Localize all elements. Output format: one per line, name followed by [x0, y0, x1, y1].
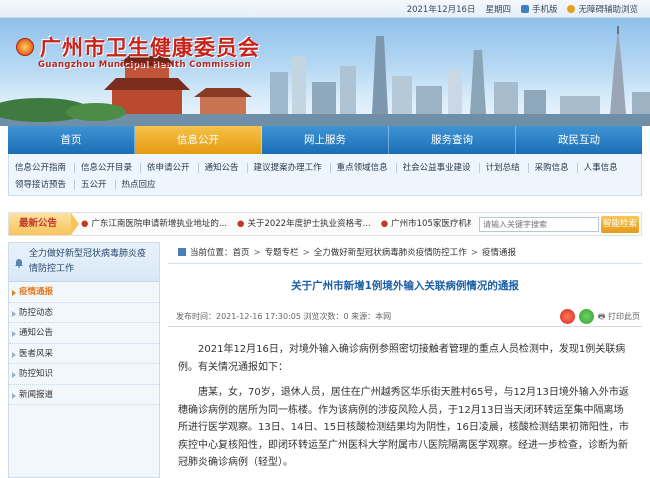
home-icon: [178, 248, 186, 256]
main-navigation: 首页 信息公开 网上服务 服务查询 政民互动: [8, 126, 642, 154]
article-meta: 发布时间：2021-12-16 17:30:05 浏览次数：0 来源：本网 🖶 …: [168, 307, 642, 327]
current-date: 2021年12月16日: [406, 5, 476, 15]
accessibility-link[interactable]: 无障碍辅助浏览: [567, 3, 638, 15]
subnav-item[interactable]: 信息公开目录: [81, 162, 142, 173]
article-paragraph: 2021年12月16日，对境外输入确诊病例参照密切接触者管理的重点人员检测中，发…: [178, 344, 626, 373]
announcement-link[interactable]: ● 广东江南医院申请新增执业地址的...: [81, 213, 227, 235]
subnav-item[interactable]: 重点领域信息: [337, 162, 397, 173]
subnav-item[interactable]: 通知公告: [205, 162, 248, 173]
search-input[interactable]: [479, 217, 599, 232]
sidebar-item-notices[interactable]: 通知公告: [9, 323, 159, 344]
sidebar-item-medical-staff[interactable]: 医者风采: [9, 344, 159, 364]
subnav-item[interactable]: 建议提案办理工作: [254, 162, 331, 173]
bullet-icon: ●: [380, 219, 389, 229]
breadcrumb-link[interactable]: 专题专栏: [265, 248, 299, 258]
breadcrumb-link[interactable]: 疫情通报: [482, 248, 516, 258]
bell-icon: [15, 259, 23, 268]
subnav-item[interactable]: 计划总结: [486, 162, 529, 173]
sidebar-item-prevention-knowledge[interactable]: 防控知识: [9, 364, 159, 385]
nav-info-disclosure[interactable]: 信息公开: [135, 126, 262, 154]
subnav-item[interactable]: 人事信息: [584, 163, 626, 173]
nav-interaction[interactable]: 政民互动: [516, 126, 642, 154]
sub-navigation: 信息公开指南 信息公开目录 依申请公开 通知公告 建议提案办理工作 重点领域信息…: [8, 154, 642, 196]
commission-emblem-icon: [16, 38, 34, 56]
site-banner: 广州市卫生健康委员会 Guangzhou Municipal Health Co…: [0, 18, 650, 126]
announcement-link[interactable]: ●广州市105家医疗机构提供“黄...: [381, 213, 471, 235]
announcement-link[interactable]: ● 关于2022年度护士执业资格考...: [237, 213, 371, 235]
top-utility-bar: 2021年12月16日 星期四 手机版 无障碍辅助浏览: [0, 0, 650, 18]
announcement-ticker: ● 广东江南医院申请新增执业地址的... ● 关于2022年度护士执业资格考... …: [81, 213, 471, 235]
sidebar-heading: 全力做好新型冠状病毒肺炎疫情防控工作: [9, 243, 159, 282]
weibo-share-icon[interactable]: [560, 309, 575, 324]
nav-service-query[interactable]: 服务查询: [389, 126, 516, 154]
print-page-link[interactable]: 🖶 打印此页: [598, 307, 640, 327]
site-title-english: Guangzhou Municipal Health Commission: [38, 60, 251, 70]
latest-announcements-bar: 最新公告 ● 广东江南医院申请新增执业地址的... ● 关于2022年度护士执业资格…: [8, 212, 642, 236]
latest-announcements-label: 最新公告: [9, 213, 79, 235]
smart-search-button[interactable]: 智能检索: [601, 216, 639, 233]
subnav-item[interactable]: 五公开: [81, 179, 116, 190]
accessibility-icon: [567, 5, 576, 13]
sidebar-item-prevention-news[interactable]: 防控动态: [9, 303, 159, 323]
share-buttons: [560, 309, 594, 324]
mobile-icon: [520, 5, 529, 13]
publish-info: 发布时间：2021-12-16 17:30:05 浏览次数：0 来源：本网: [176, 312, 392, 321]
bullet-icon: ●: [237, 219, 245, 229]
article-area: 当前位置：首页 > 专题专栏 > 全力做好新型冠状病毒肺炎疫情防控工作 > 疫情通报 关于广…: [168, 242, 642, 478]
breadcrumb: 当前位置：首页 > 专题专栏 > 全力做好新型冠状病毒肺炎疫情防控工作 > 疫情通报: [168, 242, 642, 264]
sidebar-item-news-reports[interactable]: 新闻报道: [9, 385, 159, 405]
subnav-item[interactable]: 依申请公开: [147, 162, 199, 173]
subnav-item[interactable]: 热点回应: [122, 180, 164, 190]
bullet-icon: ●: [81, 219, 89, 229]
subnav-item[interactable]: 领导接访预告: [15, 179, 76, 190]
printer-icon: 🖶: [597, 312, 606, 321]
subnav-item[interactable]: 信息公开指南: [15, 162, 76, 173]
mobile-version-link[interactable]: 手机版: [520, 3, 557, 15]
sidebar: 全力做好新型冠状病毒肺炎疫情防控工作 疫情通报 防控动态 通知公告 医者风采 防…: [8, 242, 160, 478]
wechat-share-icon[interactable]: [579, 309, 594, 324]
nav-online-services[interactable]: 网上服务: [262, 126, 389, 154]
site-title: 广州市卫生健康委员会: [40, 36, 260, 60]
breadcrumb-link[interactable]: 首页: [233, 248, 250, 258]
article-body: 2021年12月16日，对境外输入确诊病例参照密切接触者管理的重点人员检测中，发…: [168, 327, 642, 472]
nav-home[interactable]: 首页: [8, 126, 135, 154]
breadcrumb-link[interactable]: 全力做好新型冠状病毒肺炎疫情防控工作: [314, 248, 467, 258]
article-title: 关于广州市新增1例境外输入关联病例情况的通报: [291, 280, 519, 292]
article-paragraph: 唐某，女，70岁，退休人员，居住在广州越秀区华乐街天胜村65号，与12月13日境…: [178, 387, 629, 468]
site-logo[interactable]: 广州市卫生健康委员会: [16, 32, 260, 62]
current-weekday: 星期四: [485, 5, 511, 15]
subnav-item[interactable]: 社会公益事业建设: [403, 162, 480, 173]
sidebar-item-epidemic-report[interactable]: 疫情通报: [9, 282, 159, 303]
subnav-item[interactable]: 采购信息: [535, 162, 578, 173]
